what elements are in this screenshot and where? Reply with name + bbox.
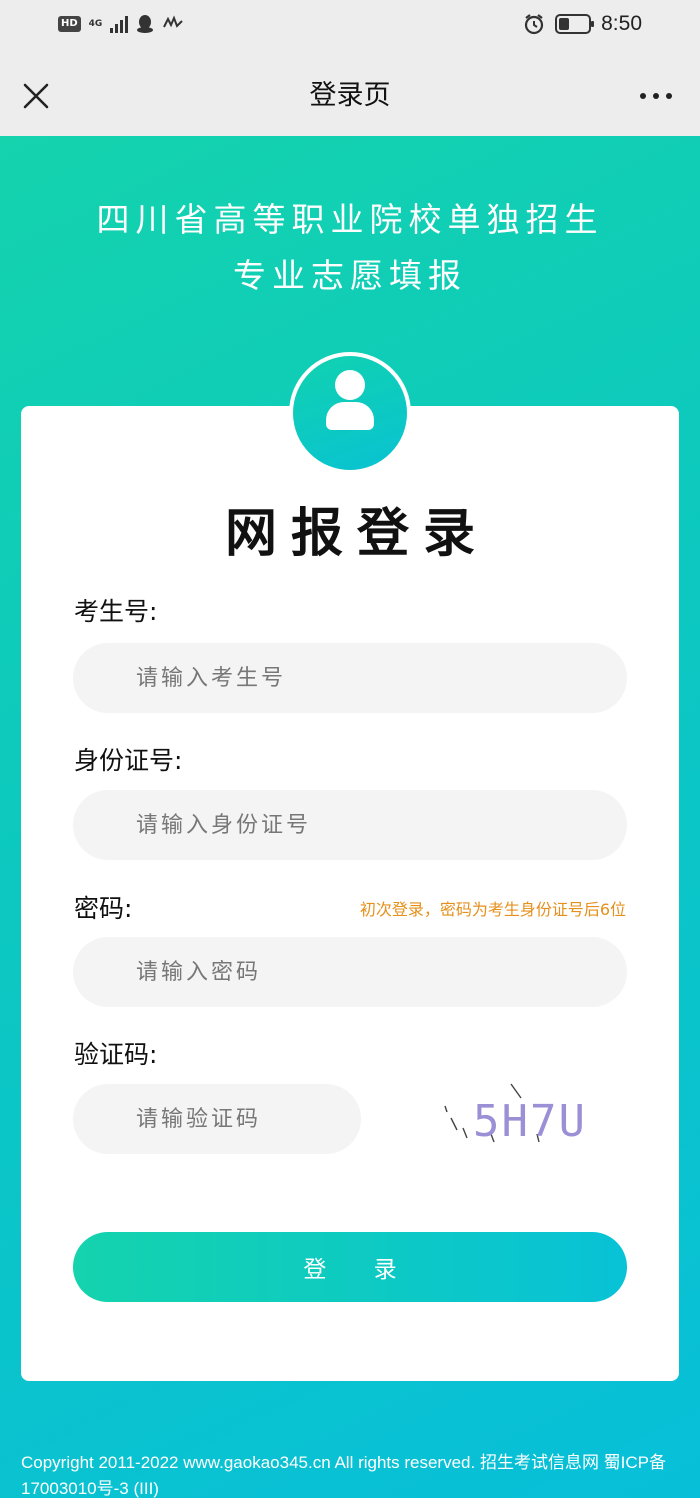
qq-icon xyxy=(137,15,154,33)
more-button[interactable] xyxy=(632,82,672,110)
id-number-input[interactable] xyxy=(73,790,627,860)
login-card: 网报登录 考生号: 身份证号: 密码: 初次登录，密码为考生身份证号后6位 验证… xyxy=(21,406,679,1381)
status-bar: HD 4G 8:50 xyxy=(0,0,700,56)
login-button[interactable]: 登 录 xyxy=(73,1232,627,1302)
status-left: HD 4G xyxy=(58,14,184,34)
app-notification-icon xyxy=(163,15,184,28)
captcha-image[interactable]: 5H7U xyxy=(439,1078,589,1158)
captcha-code: 5H7U xyxy=(473,1096,587,1147)
heading-line-2: 专业志愿填报 xyxy=(233,256,467,295)
status-time: 8:50 xyxy=(601,12,642,35)
battery-icon xyxy=(555,14,595,34)
avatar-ring xyxy=(289,352,411,474)
page-title: 登录页 xyxy=(309,80,391,111)
exam-number-label: 考生号: xyxy=(74,597,158,626)
alarm-icon xyxy=(525,14,544,35)
more-icon xyxy=(640,93,646,99)
main-area: 四川省高等职业院校单独招生 专业志愿填报 网报登录 考生号: 身份证号: 密码:… xyxy=(0,136,700,1498)
password-hint: 初次登录，密码为考生身份证号后6位 xyxy=(359,900,626,919)
password-label: 密码: xyxy=(74,894,133,923)
id-number-label: 身份证号: xyxy=(74,746,183,775)
hd-icon: HD xyxy=(58,16,81,32)
login-title: 网报登录 xyxy=(224,504,489,564)
captcha-label: 验证码: xyxy=(74,1040,158,1069)
password-input[interactable] xyxy=(73,937,627,1007)
signal-icon xyxy=(110,15,129,33)
heading-line-1: 四川省高等职业院校单独招生 xyxy=(96,200,604,239)
user-icon xyxy=(293,356,407,470)
captcha-input[interactable] xyxy=(73,1084,361,1154)
title-bar: 登录页 xyxy=(0,56,700,136)
footer-copyright: Copyright 2011-2022 www.gaokao345.cn All… xyxy=(21,1453,667,1498)
network-type: 4G xyxy=(88,19,103,29)
status-right: 8:50 xyxy=(523,12,642,36)
exam-number-input[interactable] xyxy=(73,643,627,713)
